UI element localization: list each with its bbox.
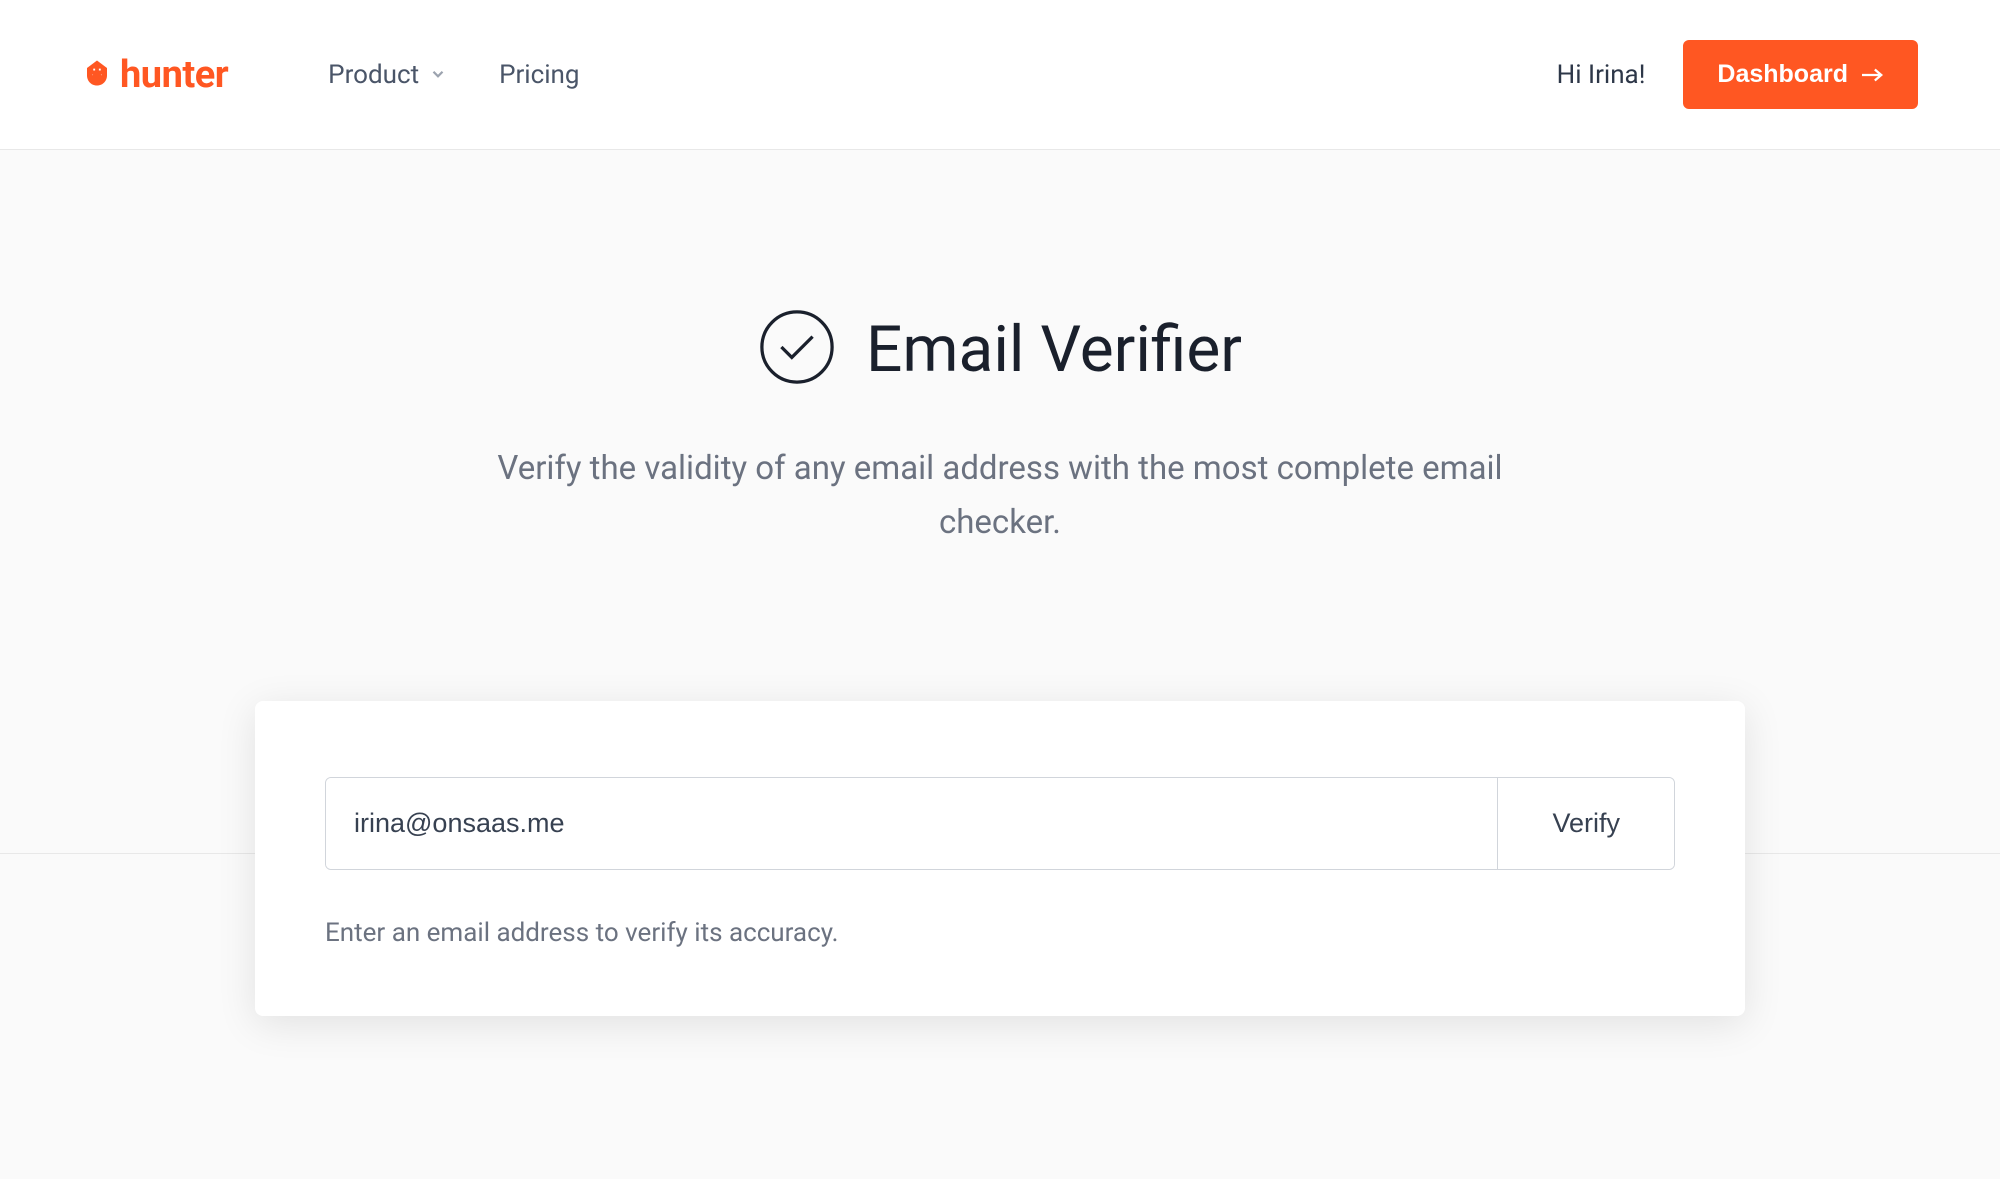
logo-icon [82, 58, 112, 92]
verify-button[interactable]: Verify [1497, 778, 1674, 869]
header-right: Hi Irina! Dashboard [1557, 40, 1918, 109]
logo[interactable]: hunter [82, 53, 228, 97]
main-header: hunter Product Pricing Hi Irina! Dashboa… [0, 0, 2000, 150]
page-title: Email Verifier [866, 312, 1242, 387]
arrow-right-icon [1862, 60, 1884, 89]
check-circle-icon [758, 308, 836, 390]
nav-pricing[interactable]: Pricing [499, 60, 579, 90]
user-greeting: Hi Irina! [1557, 60, 1646, 90]
verifier-card: Verify Enter an email address to verify … [255, 701, 1745, 1016]
email-input[interactable] [326, 778, 1497, 869]
hero-title-group: Email Verifier [0, 308, 2000, 390]
hero-section: Email Verifier Verify the validity of an… [0, 150, 2000, 551]
dashboard-button[interactable]: Dashboard [1683, 40, 1918, 109]
email-input-group: Verify [325, 777, 1675, 870]
nav-product[interactable]: Product [328, 60, 447, 90]
help-text: Enter an email address to verify its acc… [325, 918, 1675, 948]
main-nav: Product Pricing [328, 60, 1557, 90]
hero-subtitle: Verify the validity of any email address… [460, 442, 1540, 551]
nav-product-label: Product [328, 60, 419, 90]
main-content: Email Verifier Verify the validity of an… [0, 150, 2000, 1179]
dashboard-button-label: Dashboard [1717, 60, 1848, 89]
logo-text: hunter [120, 53, 228, 97]
chevron-down-icon [429, 60, 447, 90]
nav-pricing-label: Pricing [499, 60, 579, 90]
